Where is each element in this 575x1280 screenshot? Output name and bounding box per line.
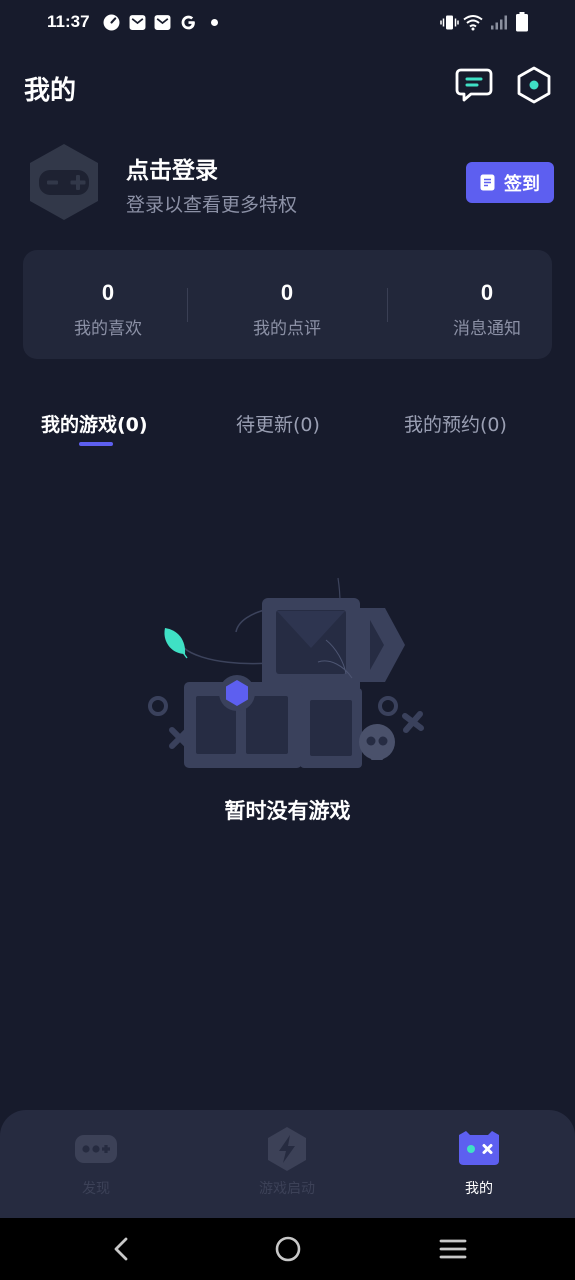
avatar[interactable] — [28, 143, 100, 221]
status-bar: 11:37 — [0, 0, 575, 46]
signal-icon — [491, 15, 507, 30]
tab-my-reservations[interactable]: 我的预约(0) — [404, 410, 507, 437]
nav-label: 我的 — [465, 1181, 493, 1197]
stat-value: 0 — [480, 280, 494, 305]
stat-reviews[interactable]: 0 我的点评 — [202, 280, 372, 339]
document-icon — [480, 174, 495, 191]
page-title: 我的 — [24, 76, 77, 106]
tab-indicator — [79, 442, 113, 446]
nav-mine[interactable]: 我的 — [404, 1126, 554, 1198]
bottom-nav: 发现 游戏启动 我的 — [0, 1110, 575, 1218]
recents-icon[interactable] — [438, 1234, 468, 1264]
stat-notifications[interactable]: 0 消息通知 — [402, 280, 572, 339]
divider — [187, 288, 188, 322]
login-subtitle: 登录以查看更多特权 — [126, 194, 298, 216]
nav-label: 发现 — [82, 1181, 110, 1197]
stat-value: 0 — [280, 280, 294, 305]
system-nav-bar — [0, 1218, 575, 1280]
stats-card: 0 我的喜欢 0 我的点评 0 消息通知 — [23, 250, 552, 359]
empty-state-text: 暂时没有游戏 — [224, 799, 351, 823]
settings-hex-icon[interactable] — [515, 66, 553, 104]
empty-boxes-illustration — [148, 577, 424, 768]
nav-label: 游戏启动 — [259, 1181, 315, 1197]
mail-icon — [129, 15, 146, 30]
notification-dot-icon — [211, 19, 218, 26]
stat-likes[interactable]: 0 我的喜欢 — [23, 280, 193, 339]
my-page-screen: 11:37 我的 点击登录 登录以查看更多特权 签到 0 我的喜欢 0 我的点评… — [0, 0, 575, 1280]
stat-value: 0 — [101, 280, 115, 305]
nav-game-launch[interactable]: 游戏启动 — [212, 1126, 362, 1198]
stat-label: 我的喜欢 — [74, 319, 142, 339]
signin-label: 签到 — [504, 173, 540, 195]
speed-icon — [103, 14, 120, 31]
gamepad-icon — [75, 1135, 117, 1163]
battery-icon — [516, 12, 528, 32]
back-icon[interactable] — [107, 1234, 137, 1264]
wifi-icon — [463, 15, 483, 31]
login-title[interactable]: 点击登录 — [126, 151, 218, 185]
divider — [387, 288, 388, 322]
tab-my-games[interactable]: 我的游戏(0) — [41, 410, 148, 437]
message-icon[interactable] — [455, 66, 493, 104]
google-icon — [181, 15, 195, 30]
stat-label: 我的点评 — [253, 319, 321, 339]
stat-label: 消息通知 — [453, 319, 521, 339]
signin-button[interactable]: 签到 — [466, 162, 554, 203]
mail-icon — [154, 15, 171, 30]
tab-pending-updates[interactable]: 待更新(0) — [236, 410, 320, 437]
lightning-icon — [268, 1127, 306, 1171]
home-icon[interactable] — [273, 1234, 303, 1264]
nav-discover[interactable]: 发现 — [21, 1126, 171, 1198]
vibrate-icon — [440, 15, 459, 30]
profile-controller-icon — [459, 1131, 499, 1165]
status-time: 11:37 — [47, 12, 90, 31]
